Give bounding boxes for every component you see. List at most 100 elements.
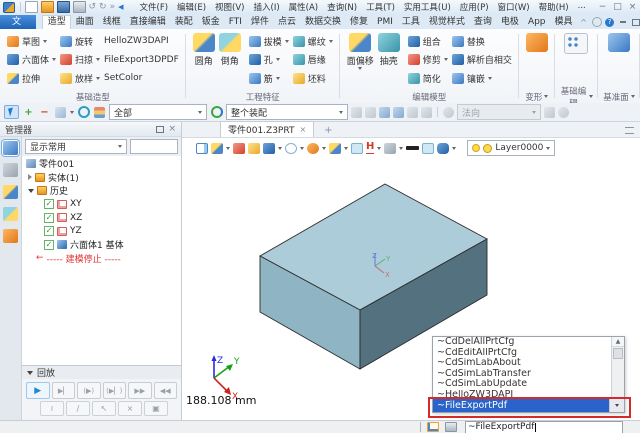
menu-tools[interactable]: 工具(T) <box>362 1 400 13</box>
edit-tool-button[interactable]: ∕ <box>66 401 90 416</box>
window-maximize-button[interactable]: □ <box>610 1 625 13</box>
refresh-scope-icon[interactable] <box>210 106 223 118</box>
command-input[interactable]: ~FileExportPdf <box>465 421 623 433</box>
filter-chart-icon[interactable] <box>93 106 106 118</box>
panel-close-icon[interactable]: × <box>168 124 176 134</box>
set-color-button[interactable]: SetColor <box>102 69 181 88</box>
tree-item-root[interactable]: 零件001 <box>22 157 181 171</box>
checkbox-checked[interactable]: ✓ <box>44 226 54 236</box>
display-mode-icon[interactable] <box>445 422 457 432</box>
inlay-button[interactable]: 镶嵌 <box>450 69 514 88</box>
tree-search-box[interactable] <box>130 139 178 154</box>
menu-view[interactable]: 视图(V) <box>211 1 249 13</box>
curve-tool-button[interactable]: ≀ <box>40 401 64 416</box>
constraint-icon-4[interactable] <box>393 107 404 118</box>
print-icon[interactable] <box>73 1 86 13</box>
checkbox-checked[interactable]: ✓ <box>44 213 54 223</box>
command-list-item[interactable]: ~CdDelAllPrtCfg <box>433 337 624 348</box>
sweep-button[interactable]: 扫掠 <box>58 51 102 70</box>
tree-item-box-feature[interactable]: ✓ 六面体1 基体 <box>22 238 181 252</box>
tree-item-stop-marker[interactable]: ← ----- 建模停止 ----- <box>22 252 181 266</box>
resolve-self-intersection-button[interactable]: 解析自相交 <box>450 51 514 70</box>
undo-icon[interactable]: ↺ <box>89 2 97 12</box>
list-scrollbar[interactable]: ▲ <box>611 337 624 399</box>
entity-filter-combo[interactable]: 全部 <box>109 104 207 120</box>
hole-button[interactable]: 孔 <box>247 51 291 70</box>
play-button[interactable]: ▶ <box>26 382 50 399</box>
doc-restore-icon[interactable] <box>629 17 640 28</box>
play-to-next-button[interactable]: ▶▏ <box>52 382 76 399</box>
tab-visual-style[interactable]: 视觉样式 <box>424 16 469 29</box>
tree-filter-combo[interactable]: 显示常用 <box>25 139 127 154</box>
constraint-icon-1[interactable] <box>351 107 362 118</box>
tab-mold[interactable]: 模具 <box>550 16 577 29</box>
scroll-thumb[interactable] <box>613 348 623 359</box>
menu-attribute[interactable]: 属性(A) <box>284 1 322 13</box>
link-icon[interactable] <box>558 107 569 118</box>
sketch-button[interactable]: 草图 <box>5 32 58 51</box>
layer-combo[interactable]: Layer0000 <box>467 140 555 156</box>
tab-close-icon[interactable]: × <box>299 125 306 134</box>
visual-manager-icon[interactable] <box>3 207 18 221</box>
view-cube-icon[interactable] <box>211 143 223 154</box>
combine-button[interactable]: 组合 <box>406 32 450 51</box>
point-pick-icon[interactable] <box>248 143 260 154</box>
thread-button[interactable]: 螺纹 <box>291 32 335 51</box>
role-manager-icon[interactable] <box>3 229 18 243</box>
tree-item-solids[interactable]: 实体(1) <box>22 171 181 185</box>
section-view-icon[interactable]: H <box>366 142 374 154</box>
tab-weldment[interactable]: 焊件 <box>246 16 273 29</box>
constraint-icon-2[interactable] <box>365 107 376 118</box>
normal-combo[interactable]: 法向 <box>457 104 541 120</box>
tab-wireframe[interactable]: 线框 <box>98 16 125 29</box>
command-mode-icon[interactable] <box>427 422 439 432</box>
tab-electrode[interactable]: 电极 <box>496 16 523 29</box>
play-step-button[interactable]: (▶) <box>77 382 101 399</box>
command-list-selected-row[interactable]: ~FileExportPdf <box>433 399 624 412</box>
checkbox-checked[interactable]: ✓ <box>44 199 54 209</box>
rib-button[interactable]: 筋 <box>247 69 291 88</box>
tree-item-plane-yz[interactable]: ✓ YZ <box>22 225 181 239</box>
face-offset-button[interactable]: 面偏移 <box>345 32 376 70</box>
pick-filter-icon[interactable] <box>4 105 19 119</box>
exit-icon[interactable] <box>196 143 208 154</box>
assembly-manager-icon[interactable] <box>3 163 18 177</box>
remove-selection-icon[interactable]: − <box>38 106 51 118</box>
tab-pmi[interactable]: PMI <box>373 16 398 29</box>
menu-help[interactable]: 帮助(H) <box>534 1 573 13</box>
help-icon[interactable]: ? <box>603 17 616 28</box>
tree-item-history[interactable]: 历史 <box>22 184 181 198</box>
tab-assembly[interactable]: 装配 <box>170 16 197 29</box>
panel-float-icon[interactable] <box>156 126 164 133</box>
playback-header[interactable]: 回放 <box>22 366 181 379</box>
document-tab[interactable]: 零件001.Z3PRT × <box>220 121 314 137</box>
extrude-button[interactable]: 拉伸 <box>5 69 58 88</box>
constraint-icon-5[interactable] <box>407 107 418 118</box>
window-minimize-button[interactable]: − <box>595 1 610 13</box>
add-selection-icon[interactable]: + <box>22 106 35 118</box>
constraint-icon-3[interactable] <box>379 107 390 118</box>
tab-point-cloud[interactable]: 点云 <box>273 16 300 29</box>
settings-icon[interactable] <box>590 17 603 28</box>
new-tab-icon[interactable]: + <box>324 125 332 137</box>
hex-display-icon[interactable] <box>437 143 449 154</box>
constraint-icon-6[interactable] <box>421 107 432 118</box>
doc-minimize-icon[interactable] <box>616 17 629 28</box>
basic-edit-button[interactable] <box>562 32 590 56</box>
chamfer-button[interactable]: 倒角 <box>217 32 243 67</box>
command-list-item[interactable]: ~CdEditAllPrtCfg <box>433 348 624 359</box>
command-list-item[interactable]: ~CdSimLabAbout <box>433 358 624 369</box>
toolbar-overflow-icon[interactable]: » <box>110 2 116 12</box>
pick-list-icon[interactable] <box>54 106 67 118</box>
collapse-menu-icon[interactable]: ◀ <box>118 2 123 12</box>
trim-button[interactable]: 修剪 <box>406 51 450 70</box>
save-icon[interactable] <box>57 1 70 13</box>
scroll-up-icon[interactable]: ▲ <box>612 337 624 347</box>
datum-plane-button[interactable] <box>606 32 632 54</box>
rewind-button[interactable]: ◀◀ <box>154 382 178 399</box>
hello-zw3dapi-button[interactable]: HelloZW3DAPI <box>102 32 181 51</box>
image-tool-button[interactable]: ▣ <box>144 401 168 416</box>
shell-button[interactable]: 抽壳 <box>376 32 402 67</box>
tab-surface[interactable]: 曲面 <box>71 16 98 29</box>
draft-button[interactable]: 拔模 <box>247 32 291 51</box>
